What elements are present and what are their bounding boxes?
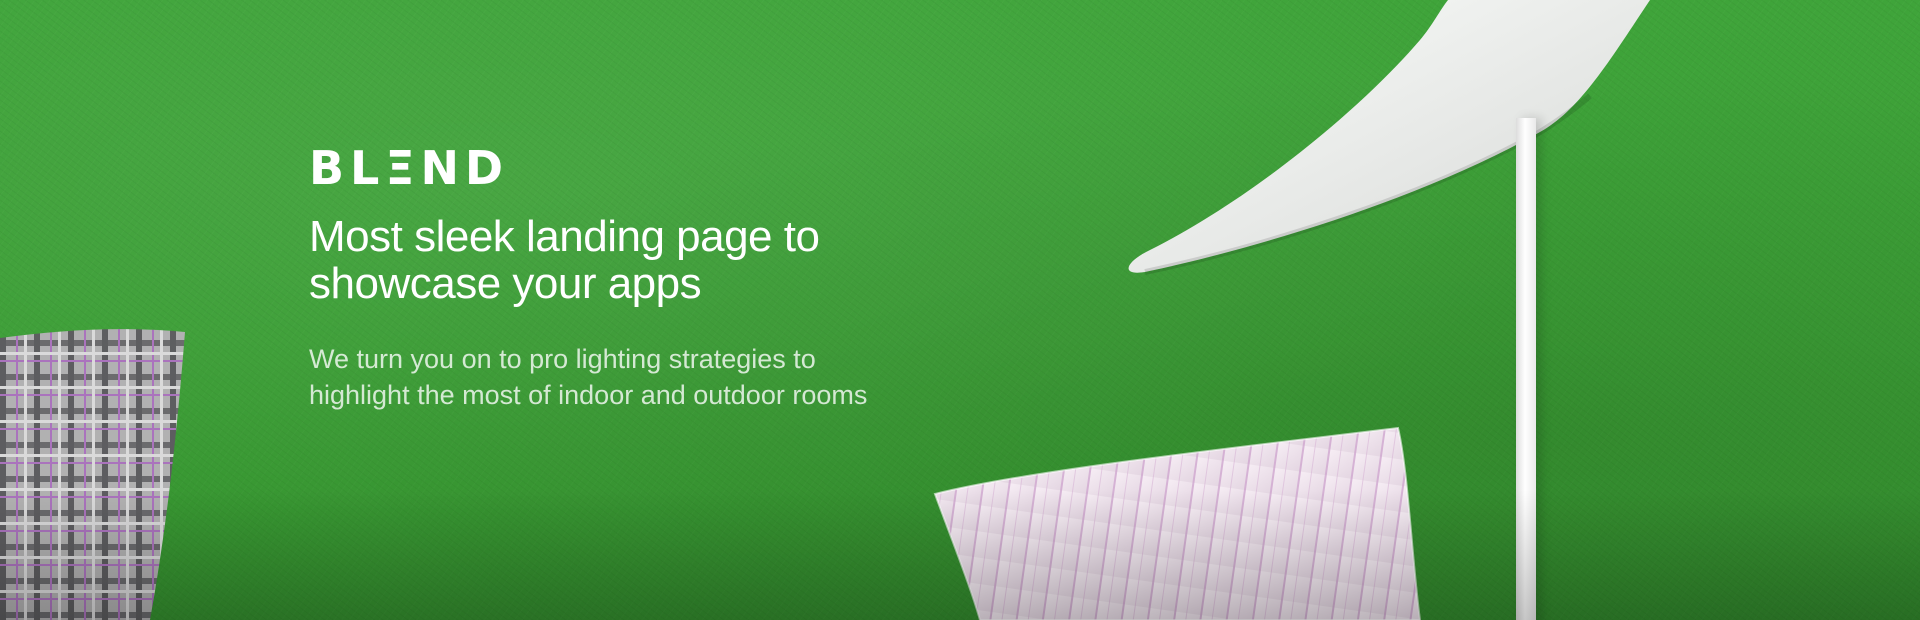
hero-section: BLΞND Most sleek landing page to showcas… [0,0,1920,620]
hero-headline: Most sleek landing page to showcase your… [309,212,820,308]
hero-subtext: We turn you on to pro lighting strategie… [309,344,868,410]
brand-logo-text: BLΞND [309,141,510,195]
lamp-shade [1128,0,1650,273]
hero-content: BLΞND Most sleek landing page to showcas… [309,143,929,413]
brand-logo[interactable]: BLΞND [309,143,929,193]
floor-shadow [0,490,1920,620]
